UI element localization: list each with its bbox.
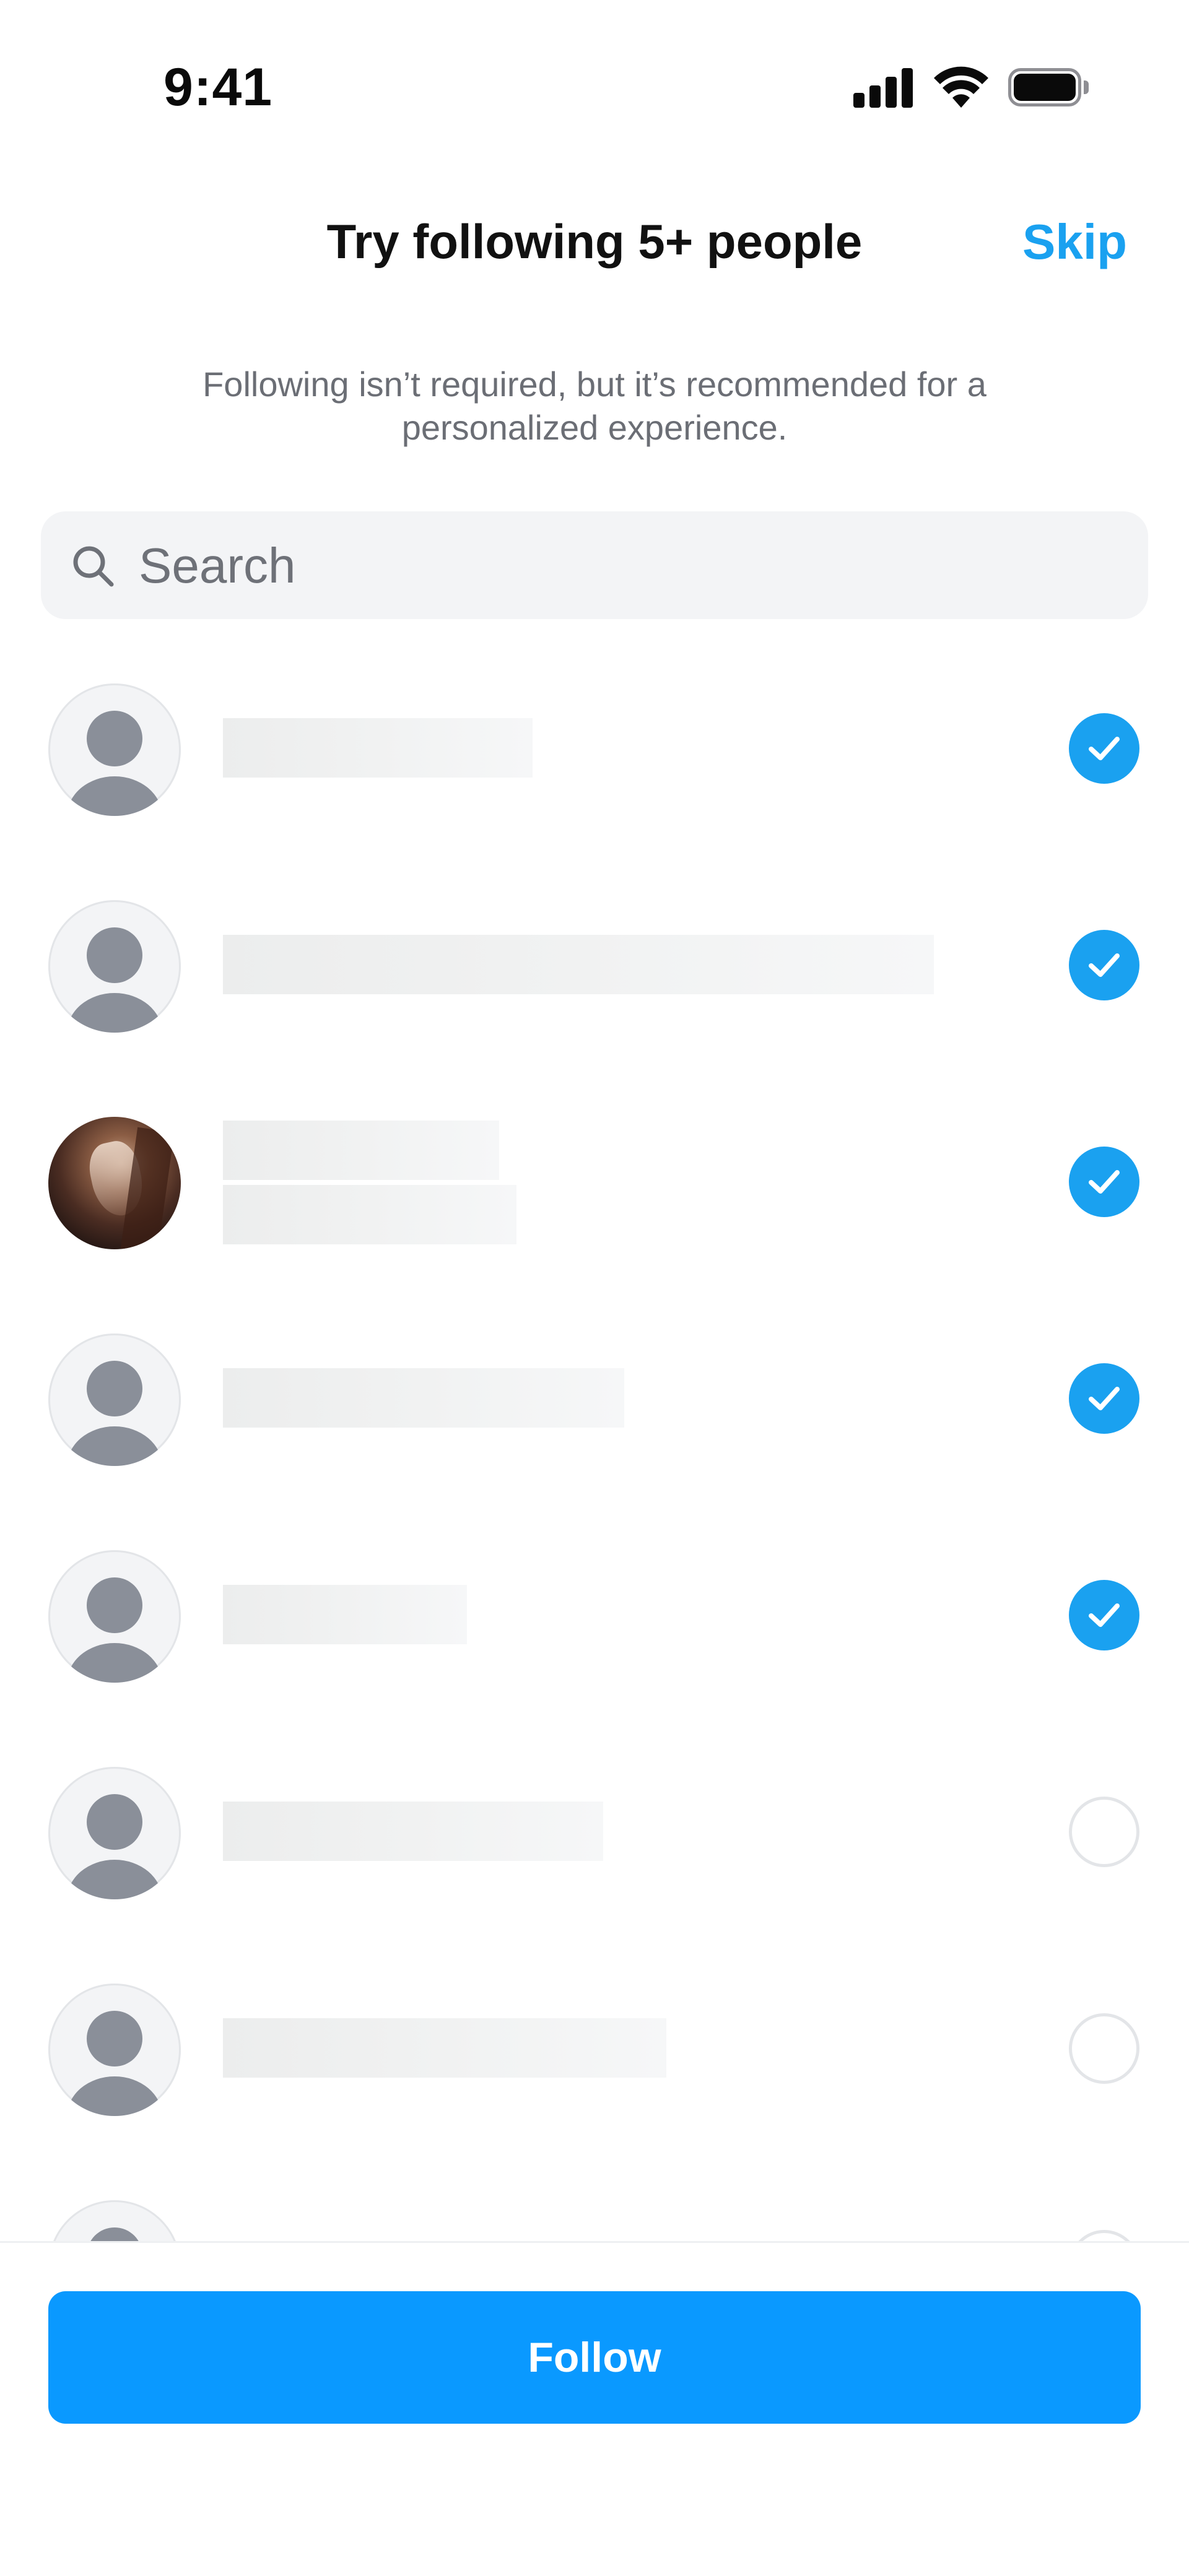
avatar <box>48 1984 181 2116</box>
name-placeholder <box>223 718 533 778</box>
default-avatar-icon <box>87 1794 142 1850</box>
name-placeholder <box>223 935 934 994</box>
status-bar: 9:41 <box>0 0 1189 149</box>
default-avatar-icon <box>87 2227 142 2241</box>
name-placeholder <box>223 2018 666 2078</box>
list-item[interactable] <box>0 681 1189 898</box>
default-avatar-icon <box>87 927 142 983</box>
avatar <box>48 1550 181 1683</box>
avatar-photo <box>48 1117 181 1249</box>
name-placeholder <box>223 1802 603 1861</box>
checkmark-icon <box>1089 1170 1120 1194</box>
signal-icon <box>853 68 913 108</box>
list-item[interactable] <box>0 1981 1189 2198</box>
default-avatar-icon <box>87 2011 142 2066</box>
list-item[interactable] <box>0 1331 1189 1548</box>
avatar <box>48 683 181 816</box>
list-item[interactable] <box>0 898 1189 1114</box>
name-placeholder <box>223 1368 624 1428</box>
select-toggle[interactable] <box>1069 713 1139 784</box>
search-bar[interactable] <box>41 511 1148 619</box>
default-avatar-icon <box>87 1577 142 1633</box>
select-toggle[interactable] <box>1069 1580 1139 1650</box>
checkmark-icon <box>1089 737 1120 760</box>
default-avatar-icon <box>87 1361 142 1416</box>
default-avatar-icon <box>87 711 142 766</box>
skip-button[interactable]: Skip <box>1022 214 1127 271</box>
select-toggle[interactable] <box>1069 2013 1139 2084</box>
avatar <box>48 1767 181 1899</box>
subtitle-placeholder <box>223 1185 516 1244</box>
avatar <box>48 900 181 1033</box>
checkmark-icon <box>1089 1603 1120 1627</box>
subtitle: Following isn’t required, but it’s recom… <box>203 365 986 447</box>
select-toggle[interactable] <box>1069 1797 1139 1867</box>
select-toggle[interactable] <box>1069 1147 1139 1217</box>
search-icon <box>73 546 114 587</box>
battery-icon <box>1008 68 1089 106</box>
page-title: Try following 5+ people <box>326 214 863 269</box>
name-placeholder <box>223 1121 499 1180</box>
list-item[interactable] <box>0 1548 1189 1764</box>
footer: Follow <box>0 2241 1189 2576</box>
list-item[interactable] <box>0 2198 1189 2241</box>
follow-button[interactable]: Follow <box>48 2291 1141 2424</box>
select-toggle[interactable] <box>1069 930 1139 1000</box>
search-input[interactable] <box>137 530 1118 602</box>
name-placeholder <box>223 1585 467 1644</box>
select-toggle[interactable] <box>1069 2230 1139 2241</box>
people-list <box>0 681 1189 2241</box>
checkmark-icon <box>1089 1387 1120 1410</box>
avatar <box>48 2200 181 2241</box>
list-item[interactable] <box>0 1764 1189 1981</box>
status-time: 9:41 <box>163 58 273 117</box>
select-toggle[interactable] <box>1069 1363 1139 1434</box>
checkmark-icon <box>1089 953 1120 977</box>
wifi-icon <box>934 66 988 108</box>
avatar <box>48 1334 181 1466</box>
list-item[interactable] <box>0 1114 1189 1331</box>
